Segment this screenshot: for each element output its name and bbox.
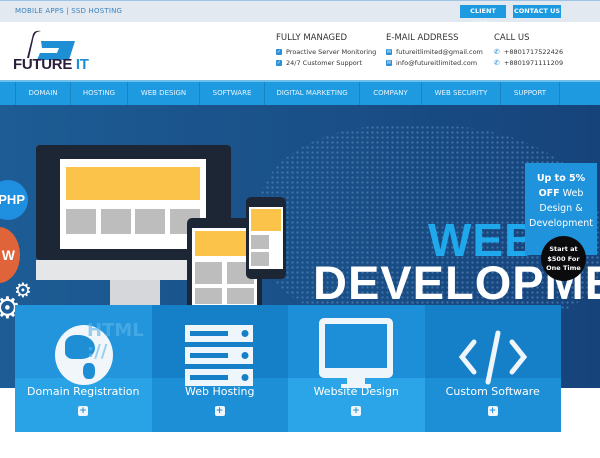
- phone-illustration: [246, 197, 286, 279]
- service-web-hosting[interactable]: Web Hosting +: [151, 305, 288, 432]
- fully-managed-info: FULLY MANAGED ✓ Proactive Server Monitori…: [276, 33, 376, 68]
- plus-icon[interactable]: +: [487, 406, 498, 416]
- contact-us-button[interactable]: CONTACT US: [513, 5, 561, 18]
- phone-link[interactable]: +8801971111209: [504, 59, 563, 67]
- envelope-icon: ✉: [386, 59, 392, 66]
- email-title: E-MAIL ADDRESS: [386, 33, 459, 43]
- service-label: Custom Software: [445, 385, 540, 398]
- server-icon: [184, 325, 253, 386]
- phone-link[interactable]: +8801717522426: [504, 48, 563, 56]
- nav-support[interactable]: SUPPORT: [500, 82, 560, 105]
- promo-line: Web: [559, 188, 584, 199]
- nav-web-security[interactable]: WEB SECURITY: [421, 82, 500, 105]
- nav-digital-marketing[interactable]: DIGITAL MARKETING: [264, 82, 359, 105]
- php-badge: PHP: [0, 180, 28, 220]
- call-info: CALL US ✆ +8801717522426 ✆ +8801971111209: [494, 33, 563, 68]
- checkbox-icon: ✓: [276, 59, 282, 66]
- managed-item: Proactive Server Monitoring: [286, 47, 377, 56]
- envelope-icon: ✉: [386, 48, 392, 55]
- managed-item: 24/7 Customer Support: [286, 58, 362, 67]
- nav-company[interactable]: COMPANY: [359, 82, 421, 105]
- service-label: Domain Registration: [26, 385, 140, 398]
- email-link[interactable]: futureitlimited@gmail.com: [396, 48, 483, 56]
- service-custom-software[interactable]: Custom Software +: [424, 305, 561, 432]
- service-label: Website Design: [313, 385, 399, 398]
- nav-hosting[interactable]: HOSTING: [70, 82, 127, 105]
- header: FUTURE IT FULLY MANAGED ✓ Proactive Serve…: [0, 22, 600, 80]
- w-badge: W: [0, 227, 20, 283]
- service-domain-registration[interactable]: HTML :// Domain Registration +: [15, 305, 152, 432]
- client-area-button[interactable]: CLIENT AREA: [460, 5, 506, 28]
- promo-line: OFF: [538, 188, 560, 199]
- promo-line: Design &: [539, 203, 583, 214]
- tagline: MOBILE APPS | SSD HOSTING: [15, 7, 123, 15]
- plus-icon[interactable]: +: [351, 406, 361, 416]
- code-icon: [458, 330, 527, 385]
- main-nav: DOMAIN HOSTING WEB DESIGN SOFTWARE DIGIT…: [0, 80, 600, 105]
- nav-web-design[interactable]: WEB DESIGN: [127, 82, 199, 105]
- service-label: Web Hosting: [184, 385, 255, 398]
- top-bar: MOBILE APPS | SSD HOSTING CLIENT AREA CO…: [0, 0, 600, 28]
- offer-line: Start at: [549, 245, 578, 253]
- fully-managed-title: FULLY MANAGED: [276, 33, 348, 43]
- nav-software[interactable]: SOFTWARE: [199, 82, 264, 105]
- call-title: CALL US: [494, 33, 530, 43]
- plus-icon[interactable]: +: [214, 406, 225, 416]
- service-website-design[interactable]: Website Design +: [288, 305, 425, 432]
- brand-name[interactable]: FUTURE IT: [13, 56, 89, 73]
- offer-line: $500 For: [547, 254, 580, 263]
- email-info: E-MAIL ADDRESS ✉ futureitlimited@gmail.co…: [386, 33, 483, 68]
- offer-line: One Time: [546, 264, 581, 272]
- html-watermark: HTML ://: [87, 320, 144, 362]
- price-offer-badge: Start at $500 For One Time: [541, 236, 586, 281]
- promo-line: Up to 5%: [536, 173, 586, 184]
- phone-icon: ✆: [494, 58, 500, 67]
- promo-line: Development: [529, 218, 593, 229]
- phone-icon: ✆: [494, 47, 500, 56]
- email-link[interactable]: info@futureitlimited.com: [396, 59, 477, 67]
- plus-icon[interactable]: +: [78, 406, 88, 416]
- monitor-icon: [319, 318, 393, 388]
- nav-domain[interactable]: DOMAIN: [15, 82, 70, 105]
- checkbox-icon: ✓: [276, 48, 282, 55]
- services-row: HTML :// Domain Registration + Web Hosti…: [15, 305, 561, 432]
